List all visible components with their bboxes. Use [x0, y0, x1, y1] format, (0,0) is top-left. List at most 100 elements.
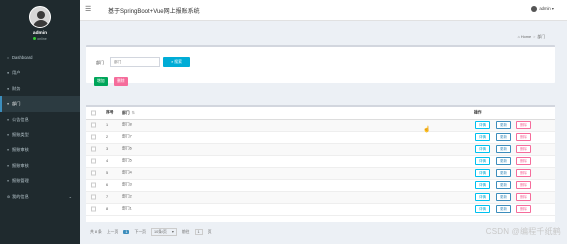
table-header: 序号 部门 ⇅ 操作	[86, 107, 555, 120]
pager-next[interactable]: 下一页	[135, 230, 146, 234]
select-all-checkbox[interactable]	[91, 110, 96, 116]
search-button[interactable]: ⌕ 搜索	[163, 57, 190, 67]
user-status: online	[0, 37, 80, 41]
batch-delete-button[interactable]: 删除	[114, 77, 128, 86]
circle-icon: ○	[7, 56, 10, 60]
row-name: 部门6	[122, 146, 132, 151]
pager-prev[interactable]: 上一页	[107, 230, 118, 234]
pager-total: 共 8 条	[90, 230, 102, 234]
delete-button[interactable]: 删除	[516, 121, 531, 130]
row-checkbox[interactable]	[91, 206, 96, 212]
delete-button[interactable]: 删除	[516, 145, 531, 154]
table-row: 1 部门8 详情 更新 删除	[86, 120, 555, 132]
search-label: 部门	[96, 60, 104, 65]
edit-button[interactable]: 更新	[496, 157, 511, 166]
sidebar-item-dashboard[interactable]: ○ Dashboard	[0, 50, 80, 65]
table-row: 4 部门5 详情 更新 删除	[86, 156, 555, 168]
header-avatar	[531, 6, 538, 12]
sidebar-item-reimbursement-manage[interactable]: ≡ 报账管理	[0, 173, 80, 188]
row-checkbox[interactable]	[91, 158, 96, 164]
sidebar-item-finance[interactable]: ● 财务	[0, 81, 80, 96]
row-checkbox[interactable]	[91, 170, 96, 176]
row-name: 部门1	[122, 206, 132, 211]
pointer-cursor-icon: ☝	[423, 127, 431, 133]
row-name: 部门4	[122, 170, 132, 175]
row-name: 部门5	[122, 158, 132, 163]
user-panel: admin online	[0, 0, 80, 50]
delete-button[interactable]: 删除	[516, 193, 531, 202]
table-row: 3 部门6 详情 更新 删除	[86, 144, 555, 156]
list-icon: ≡	[7, 102, 10, 107]
sidebar-item-reimbursement-type[interactable]: ≡ 报账类型	[0, 127, 80, 142]
row-name: 部门8	[122, 122, 132, 127]
sidebar-user-name: admin	[32, 31, 48, 36]
edit-button[interactable]: 更新	[496, 181, 511, 190]
search-input[interactable]	[110, 57, 160, 67]
row-index: 2	[106, 135, 109, 140]
row-index: 4	[106, 159, 109, 164]
row-name: 部门7	[122, 134, 132, 139]
pager-page-unit: 页	[207, 230, 212, 234]
sidebar-item-reimbursement-review[interactable]: ≡ 报账审核	[0, 158, 80, 173]
header-operation: 操作	[474, 110, 482, 115]
detail-button[interactable]: 详情	[475, 181, 490, 190]
watermark: CSDN @编程千纸鹤	[485, 227, 561, 236]
delete-button[interactable]: 删除	[516, 133, 531, 142]
delete-button[interactable]: 删除	[516, 169, 531, 178]
menu-toggle-icon[interactable]: ☰	[85, 5, 91, 13]
sidebar-item-department[interactable]: ≡ 部门	[0, 96, 80, 112]
pager-page-current[interactable]: 1	[123, 230, 130, 234]
system-title: 基于SpringBoot+Vue网上报账系统	[108, 9, 200, 15]
gear-icon: ⚙	[7, 194, 11, 199]
sidebar-item-reimbursement-audit[interactable]: ≡ 报账审核	[0, 142, 80, 157]
breadcrumb-home[interactable]: Home	[521, 35, 531, 39]
avatar	[29, 6, 51, 28]
list-icon: ≡	[7, 117, 10, 122]
table-row: 5 部门4 详情 更新 删除	[86, 168, 555, 180]
breadcrumb-current: 部门	[537, 35, 545, 39]
data-table: 序号 部门 ⇅ 操作 1 部门8 详情 更新 删除 2 部门7 详情 更新 删除 …	[86, 105, 555, 222]
chevron-down-icon: ⌄	[68, 193, 72, 199]
row-index: 3	[106, 147, 109, 152]
detail-button[interactable]: 详情	[475, 145, 490, 154]
row-name: 部门3	[122, 182, 132, 187]
detail-button[interactable]: 详情	[475, 157, 490, 166]
row-checkbox[interactable]	[91, 194, 96, 200]
delete-button[interactable]: 删除	[516, 157, 531, 166]
table-row: 7 部门2 详情 更新 删除	[86, 192, 555, 204]
breadcrumb: ⌂ Home > 部门	[518, 35, 545, 40]
sidebar: admin online ○ Dashboard ● 用户 ● 财务 ≡ 部门 ≡ 公告信…	[0, 0, 80, 244]
delete-button[interactable]: 删除	[516, 205, 531, 214]
edit-button[interactable]: 更新	[496, 121, 511, 130]
row-checkbox[interactable]	[91, 134, 96, 140]
row-checkbox[interactable]	[91, 122, 96, 128]
header-user-menu[interactable]: admin ▾	[531, 6, 554, 12]
row-index: 6	[106, 183, 109, 188]
row-checkbox[interactable]	[91, 182, 96, 188]
list-icon: ≡	[7, 132, 10, 137]
pager-goto-input[interactable]: 1	[194, 229, 203, 235]
edit-button[interactable]: 更新	[496, 193, 511, 202]
row-name: 部门2	[122, 194, 132, 199]
row-index: 8	[106, 207, 109, 212]
detail-button[interactable]: 详情	[475, 193, 490, 202]
delete-button[interactable]: 删除	[516, 181, 531, 190]
detail-button[interactable]: 详情	[475, 133, 490, 142]
detail-button[interactable]: 详情	[475, 205, 490, 214]
detail-button[interactable]: 详情	[475, 121, 490, 130]
page-size-select[interactable]: 10条/页 ▾	[150, 228, 177, 236]
row-checkbox[interactable]	[91, 146, 96, 152]
row-index: 5	[106, 171, 109, 176]
edit-button[interactable]: 更新	[496, 169, 511, 178]
edit-button[interactable]: 更新	[496, 205, 511, 214]
edit-button[interactable]: 更新	[496, 133, 511, 142]
header-name[interactable]: 部门 ⇅	[122, 110, 135, 116]
search-panel: 部门 ⌕ 搜索	[86, 45, 555, 83]
edit-button[interactable]: 更新	[496, 145, 511, 154]
sidebar-item-my-info[interactable]: ⚙ 我的信息 ⌄	[0, 189, 80, 204]
detail-button[interactable]: 详情	[475, 169, 490, 178]
add-button[interactable]: 增加	[94, 77, 108, 86]
sidebar-item-users[interactable]: ● 用户	[0, 65, 80, 80]
sidebar-item-announcements[interactable]: ≡ 公告信息	[0, 112, 80, 127]
sort-icon[interactable]: ⇅	[132, 111, 135, 115]
